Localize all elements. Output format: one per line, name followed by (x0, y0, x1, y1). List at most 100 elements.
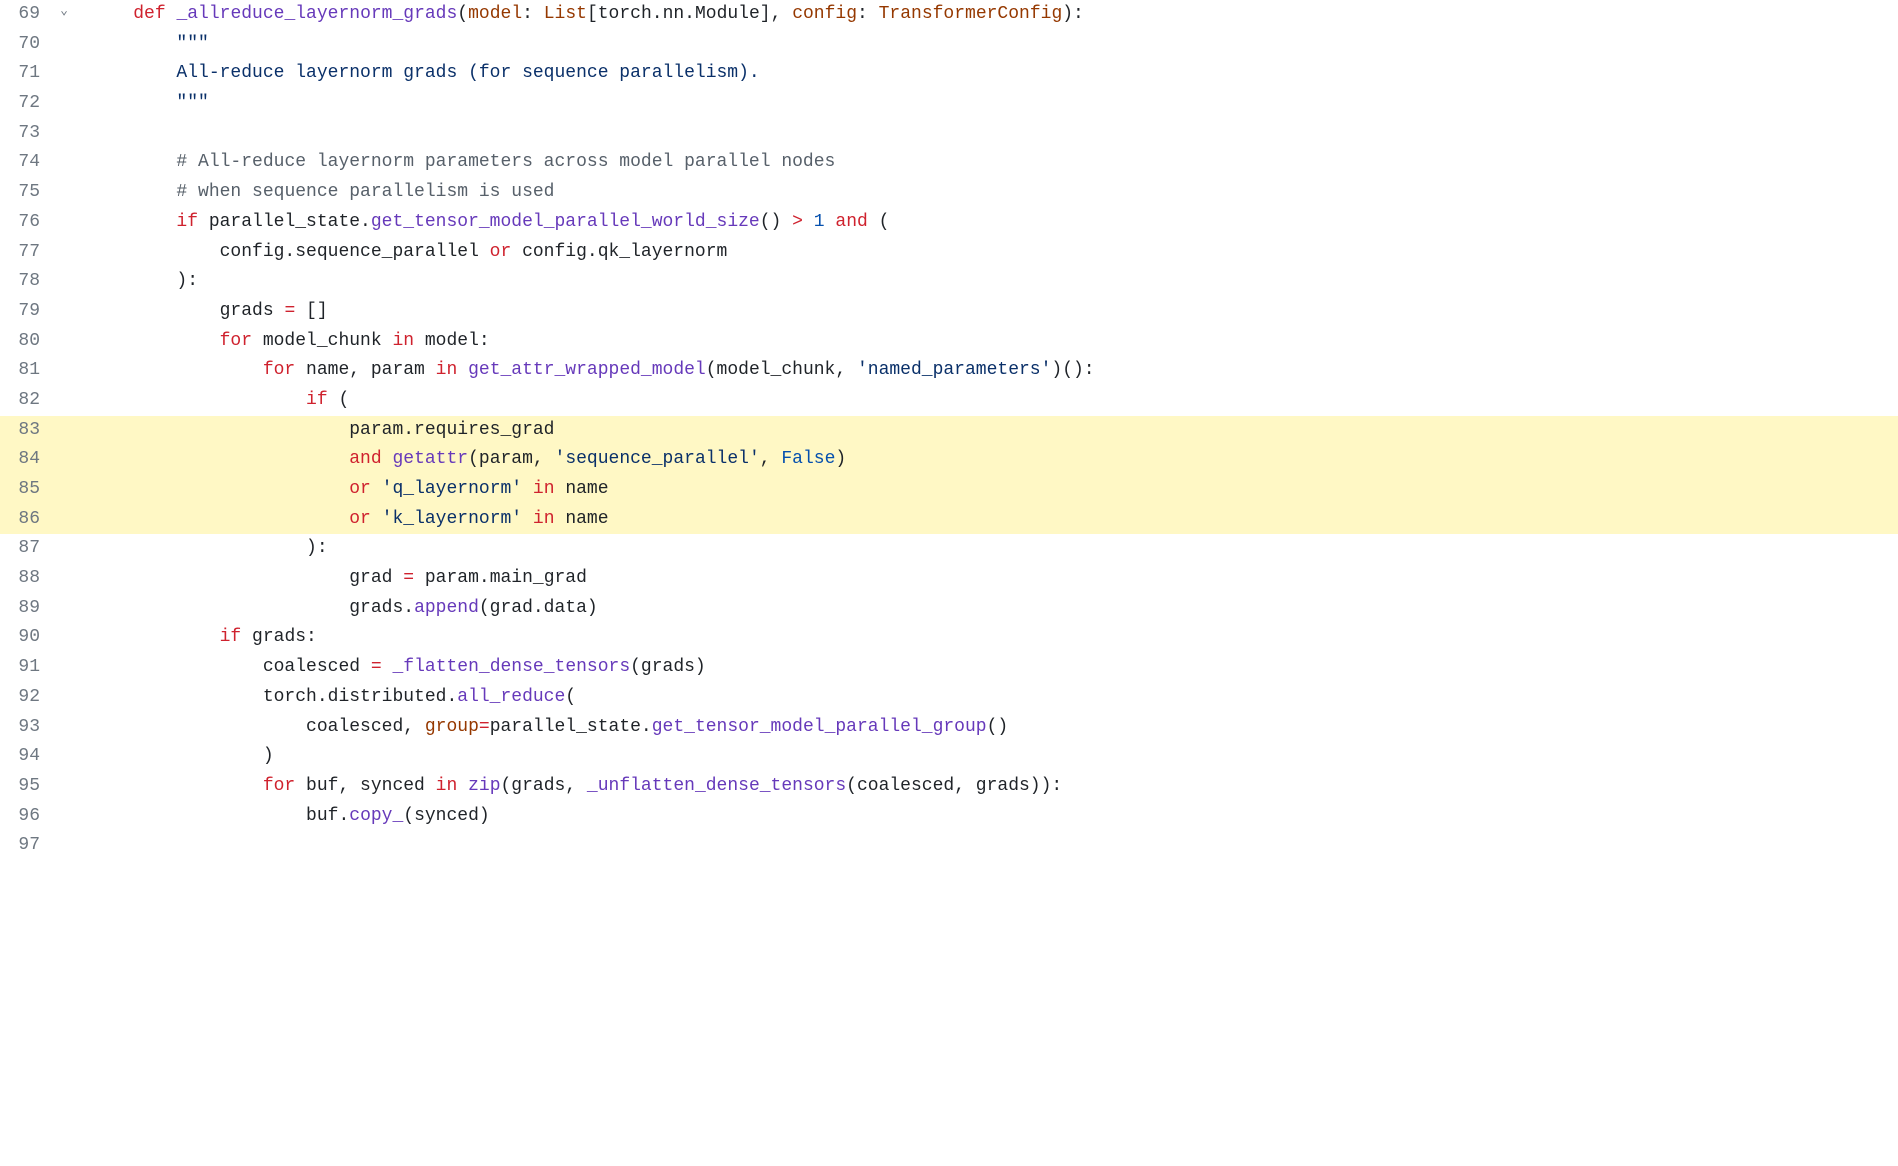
code-line[interactable]: 76 if parallel_state.get_tensor_model_pa… (0, 208, 1898, 238)
code-line[interactable]: 90 if grads: (0, 623, 1898, 653)
code-content[interactable]: ): (78, 534, 1898, 564)
token: all_reduce (457, 687, 565, 707)
code-line[interactable]: 87 ): (0, 534, 1898, 564)
line-number[interactable]: 73 (0, 119, 50, 149)
code-line[interactable]: 79 grads = [] (0, 297, 1898, 327)
code-content[interactable]: if grads: (78, 623, 1898, 653)
line-number[interactable]: 88 (0, 564, 50, 594)
code-content[interactable]: for model_chunk in model: (78, 327, 1898, 357)
code-content[interactable]: ): (78, 267, 1898, 297)
chevron-down-icon[interactable]: ⌄ (60, 0, 68, 21)
code-content[interactable]: for buf, synced in zip(grads, _unflatten… (78, 772, 1898, 802)
line-number[interactable]: 83 (0, 416, 50, 446)
code-content[interactable]: for name, param in get_attr_wrapped_mode… (78, 356, 1898, 386)
token: config.sequence_parallel (220, 242, 490, 262)
line-number[interactable]: 95 (0, 772, 50, 802)
code-line[interactable]: 86 or 'k_layernorm' in name (0, 505, 1898, 535)
code-content[interactable]: # when sequence parallelism is used (78, 178, 1898, 208)
line-number[interactable]: 74 (0, 148, 50, 178)
code-line[interactable]: 94 ) (0, 742, 1898, 772)
token: ): (306, 538, 328, 558)
line-number[interactable]: 94 (0, 742, 50, 772)
code-line[interactable]: 69 ⌄ def _allreduce_layernorm_grads(model… (0, 0, 1898, 30)
code-content[interactable]: All-reduce layernorm grads (for sequence… (78, 59, 1898, 89)
line-number[interactable]: 69 (0, 0, 50, 30)
code-line[interactable]: 78 ): (0, 267, 1898, 297)
line-number[interactable]: 89 (0, 594, 50, 624)
code-content[interactable]: def _allreduce_layernorm_grads(model: Li… (78, 0, 1898, 30)
line-number[interactable]: 81 (0, 356, 50, 386)
code-line[interactable]: 83 param.requires_grad (0, 416, 1898, 446)
code-line[interactable]: 84 and getattr(param, 'sequence_parallel… (0, 445, 1898, 475)
code-content[interactable]: ) (78, 742, 1898, 772)
code-content[interactable]: # All-reduce layernorm parameters across… (78, 148, 1898, 178)
code-line[interactable]: 95 for buf, synced in zip(grads, _unflat… (0, 772, 1898, 802)
token: model (468, 4, 522, 24)
code-line[interactable]: 85 or 'q_layernorm' in name (0, 475, 1898, 505)
code-content[interactable]: grads.append(grad.data) (78, 594, 1898, 624)
token: """ (176, 34, 208, 54)
code-content[interactable]: coalesced = _flatten_dense_tensors(grads… (78, 653, 1898, 683)
code-line[interactable]: 77 config.sequence_parallel or config.qk… (0, 238, 1898, 268)
code-content[interactable]: coalesced, group=parallel_state.get_tens… (78, 713, 1898, 743)
code-line[interactable]: 92 torch.distributed.all_reduce( (0, 683, 1898, 713)
token: """ (176, 93, 208, 113)
code-line[interactable]: 82 if ( (0, 386, 1898, 416)
line-number[interactable]: 71 (0, 59, 50, 89)
line-number[interactable]: 78 (0, 267, 50, 297)
code-content[interactable]: """ (78, 89, 1898, 119)
line-number[interactable]: 76 (0, 208, 50, 238)
token: = (371, 657, 382, 677)
code-content[interactable]: torch.distributed.all_reduce( (78, 683, 1898, 713)
token: copy_ (349, 806, 403, 826)
token: name (555, 479, 609, 499)
code-content[interactable]: and getattr(param, 'sequence_parallel', … (78, 445, 1898, 475)
line-number[interactable]: 97 (0, 831, 50, 861)
code-line[interactable]: 81 for name, param in get_attr_wrapped_m… (0, 356, 1898, 386)
line-number[interactable]: 86 (0, 505, 50, 535)
code-line[interactable]: 91 coalesced = _flatten_dense_tensors(gr… (0, 653, 1898, 683)
code-content[interactable]: if ( (78, 386, 1898, 416)
code-line[interactable]: 70 """ (0, 30, 1898, 60)
code-content[interactable]: or 'k_layernorm' in name (78, 505, 1898, 535)
line-number[interactable]: 79 (0, 297, 50, 327)
code-line[interactable]: 80 for model_chunk in model: (0, 327, 1898, 357)
line-number[interactable]: 87 (0, 534, 50, 564)
code-content[interactable]: buf.copy_(synced) (78, 802, 1898, 832)
line-number[interactable]: 96 (0, 802, 50, 832)
code-line[interactable]: 89 grads.append(grad.data) (0, 594, 1898, 624)
line-number[interactable]: 92 (0, 683, 50, 713)
code-content[interactable]: or 'q_layernorm' in name (78, 475, 1898, 505)
token: in (533, 509, 555, 529)
code-line[interactable]: 73 (0, 119, 1898, 149)
line-number[interactable]: 84 (0, 445, 50, 475)
code-line[interactable]: 93 coalesced, group=parallel_state.get_t… (0, 713, 1898, 743)
line-number[interactable]: 90 (0, 623, 50, 653)
line-number[interactable]: 70 (0, 30, 50, 60)
code-line[interactable]: 88 grad = param.main_grad (0, 564, 1898, 594)
line-number[interactable]: 80 (0, 327, 50, 357)
line-number[interactable]: 75 (0, 178, 50, 208)
line-number[interactable]: 77 (0, 238, 50, 268)
code-line[interactable]: 71 All-reduce layernorm grads (for seque… (0, 59, 1898, 89)
code-line[interactable]: 72 """ (0, 89, 1898, 119)
line-number[interactable]: 72 (0, 89, 50, 119)
code-content[interactable]: config.sequence_parallel or config.qk_la… (78, 238, 1898, 268)
line-number[interactable]: 82 (0, 386, 50, 416)
token: # when sequence parallelism is used (176, 182, 554, 202)
line-number[interactable]: 93 (0, 713, 50, 743)
token: ( (565, 687, 576, 707)
code-content[interactable]: param.requires_grad (78, 416, 1898, 446)
code-content[interactable]: """ (78, 30, 1898, 60)
token: # All-reduce layernorm parameters across… (176, 152, 835, 172)
line-number[interactable]: 85 (0, 475, 50, 505)
code-line[interactable]: 74 # All-reduce layernorm parameters acr… (0, 148, 1898, 178)
line-number[interactable]: 91 (0, 653, 50, 683)
code-content[interactable]: if parallel_state.get_tensor_model_paral… (78, 208, 1898, 238)
code-line[interactable]: 75 # when sequence parallelism is used (0, 178, 1898, 208)
code-line[interactable]: 96 buf.copy_(synced) (0, 802, 1898, 832)
code-line[interactable]: 97 (0, 831, 1898, 861)
code-content[interactable]: grads = [] (78, 297, 1898, 327)
code-content[interactable]: grad = param.main_grad (78, 564, 1898, 594)
fold-gutter[interactable]: ⌄ (50, 0, 78, 21)
